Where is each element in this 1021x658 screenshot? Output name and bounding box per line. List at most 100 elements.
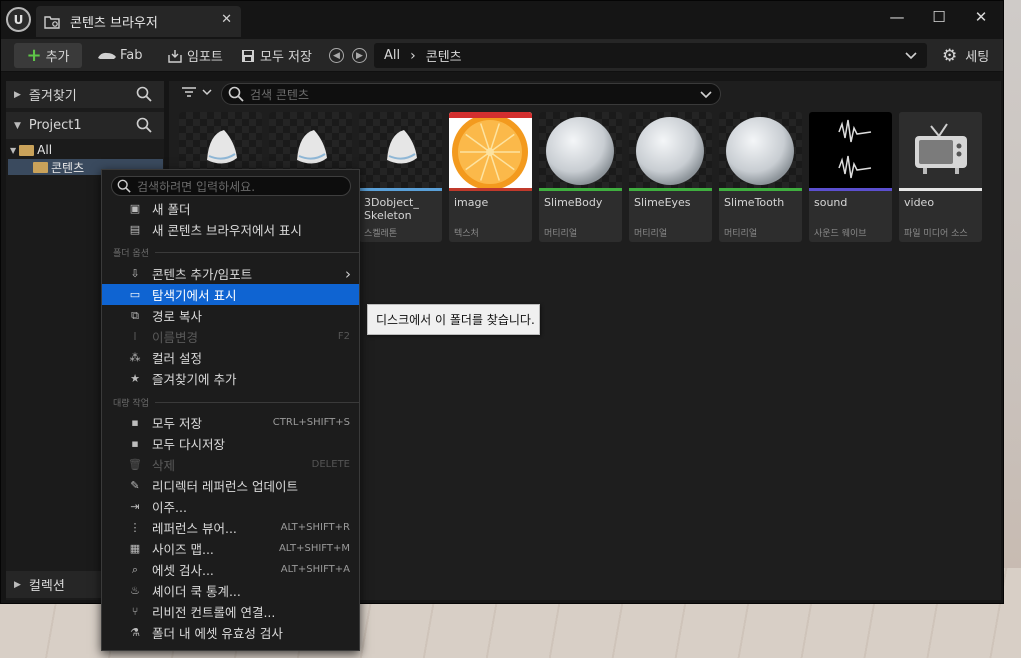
save-icon: ▪ <box>131 416 139 429</box>
title-bar[interactable]: U 콘텐츠 브라우저 ✕ — ☐ ✕ <box>1 1 1003 39</box>
material-sphere-thumbnail <box>629 112 712 190</box>
asset-tile[interactable]: SlimeEyes 머티리얼 <box>629 112 712 242</box>
asset-name: SlimeTooth <box>724 196 785 209</box>
asset-tile[interactable]: video 파일 미디어 소스 <box>899 112 982 242</box>
wrench-icon: ✎ <box>130 479 140 492</box>
menu-item-label: 모두 다시저장 <box>152 437 225 452</box>
section-label: 대량 작업 <box>113 399 149 409</box>
import-label: 임포트 <box>187 50 223 65</box>
collapse-arrow-icon: ▼ <box>14 120 21 131</box>
asset-tile[interactable]: image 텍스처 <box>449 112 532 242</box>
menu-item-reference-viewer[interactable]: ⋮ 레퍼런스 뷰어... ALT+SHIFT+R <box>102 517 359 538</box>
chevron-down-icon[interactable] <box>700 91 712 99</box>
menu-item-label: 이름변경 <box>152 330 199 345</box>
menu-item-label: 이주... <box>152 500 187 515</box>
tooltip: 디스크에서 이 폴더를 찾습니다. <box>367 304 540 335</box>
folder-icon <box>19 144 35 156</box>
add-button[interactable]: + 추가 <box>14 43 82 68</box>
tab-close-icon[interactable]: ✕ <box>221 12 232 27</box>
maximize-button[interactable]: ☐ <box>928 8 950 26</box>
menu-item-shader-cook-stats[interactable]: ♨ 셰이더 쿡 통계... <box>102 580 359 601</box>
copy-icon: ⧉ <box>131 308 139 322</box>
menu-item-label: 삭제 <box>152 458 176 473</box>
save-all-button[interactable]: 모두 저장 <box>241 43 312 68</box>
asset-tile[interactable]: 3Dobject_ Skeleton 스켈레톤 <box>359 112 442 242</box>
menu-item-rename[interactable]: Ⅰ 이름변경 F2 <box>102 326 359 347</box>
save-icon: ▪ <box>131 437 139 450</box>
breadcrumb-current[interactable]: 콘텐츠 <box>426 46 462 65</box>
tab-content-browser[interactable]: 콘텐츠 브라우저 ✕ <box>36 6 241 37</box>
asset-type-color-bar <box>719 188 802 191</box>
menu-item-label: 셰이더 쿡 통계... <box>152 584 241 599</box>
rename-icon: Ⅰ <box>133 330 137 343</box>
menu-item-new-folder[interactable]: ▣ 새 폴더 <box>102 198 359 219</box>
menu-item-copy-path[interactable]: ⧉ 경로 복사 <box>102 305 359 326</box>
search-icon[interactable] <box>136 117 152 133</box>
save-all-label: 모두 저장 <box>260 50 312 65</box>
trash-icon: 🗑 <box>128 458 142 471</box>
unreal-logo-icon: U <box>6 7 31 32</box>
shortcut-label: ALT+SHIFT+R <box>280 522 350 533</box>
settings-button[interactable]: ⚙ 세팅 <box>942 43 989 68</box>
fab-icon <box>98 52 116 59</box>
search-icon[interactable] <box>136 86 152 102</box>
menu-item-connect-source-control[interactable]: ⑂ 리비전 컨트롤에 연결... <box>102 601 359 622</box>
menu-item-label: 리디렉터 레퍼런스 업데이트 <box>152 479 298 494</box>
project-label: Project1 <box>28 118 82 133</box>
menu-item-label: 사이즈 맵... <box>152 542 214 557</box>
path-breadcrumb[interactable]: All › 콘텐츠 <box>374 43 927 68</box>
favorites-header[interactable]: ▶ 즐겨찾기 <box>6 81 164 108</box>
menu-item-set-color[interactable]: ⁂ 컬러 설정 <box>102 347 359 368</box>
menu-item-show-in-new-browser[interactable]: ▤ 새 콘텐츠 브라우저에서 표시 <box>102 219 359 240</box>
section-bulk-operations: 대량 작업 <box>113 396 360 409</box>
menu-item-delete[interactable]: 🗑 삭제 DELETE <box>102 454 359 475</box>
menu-item-add-to-favorites[interactable]: ★ 즐겨찾기에 추가 <box>102 368 359 389</box>
menu-item-resave-all[interactable]: ▪ 모두 다시저장 <box>102 433 359 454</box>
shortcut-label: F2 <box>337 331 350 342</box>
tree-item-label: 콘텐츠 <box>51 160 85 175</box>
menu-item-label: 에셋 검사... <box>152 563 214 578</box>
menu-item-fixup-redirectors[interactable]: ✎ 리디렉터 레퍼런스 업데이트 <box>102 475 359 496</box>
menu-item-add-import[interactable]: ⇩ 콘텐츠 추가/임포트 › <box>102 263 359 284</box>
shortcut-label: CTRL+SHIFT+S <box>272 417 350 428</box>
folder-open-icon <box>33 161 48 173</box>
fab-button[interactable]: Fab <box>97 43 143 68</box>
asset-type: 파일 미디어 소스 <box>904 229 968 239</box>
close-button[interactable]: ✕ <box>970 8 992 26</box>
asset-tile[interactable]: SlimeTooth 머티리얼 <box>719 112 802 242</box>
project-header[interactable]: ▼ Project1 <box>6 112 164 139</box>
asset-name: 3Dobject_ Skeleton <box>364 196 419 222</box>
menu-item-label: 리비전 컨트롤에 연결... <box>152 605 276 620</box>
filter-button[interactable] <box>181 86 212 98</box>
menu-item-validate-assets[interactable]: ⚗ 폴더 내 에셋 유효성 검사 <box>102 622 359 643</box>
asset-type-color-bar <box>539 188 622 191</box>
tree-item-label: All <box>37 143 53 157</box>
import-button[interactable]: 임포트 <box>167 43 223 68</box>
menu-item-size-map[interactable]: ▦ 사이즈 맵... ALT+SHIFT+M <box>102 538 359 559</box>
tree-item-all[interactable]: ▼ All <box>10 142 165 158</box>
asset-type: 머티리얼 <box>544 229 578 239</box>
asset-type-color-bar <box>359 188 442 191</box>
minimize-button[interactable]: — <box>886 8 908 26</box>
chevron-down-icon[interactable] <box>905 52 917 60</box>
back-icon[interactable]: ◀ <box>329 48 344 63</box>
sound-wave-thumbnail <box>809 112 892 190</box>
menu-search-input[interactable]: 검색하려면 입력하세요. <box>111 176 351 196</box>
asset-name: image <box>454 196 489 209</box>
reference-graph-icon: ⋮ <box>129 521 141 534</box>
asset-tile[interactable]: sound 사운드 웨이브 <box>809 112 892 242</box>
menu-item-save-all[interactable]: ▪ 모두 저장 CTRL+SHIFT+S <box>102 412 359 433</box>
content-browser-icon <box>44 15 60 29</box>
forward-icon[interactable]: ▶ <box>352 48 367 63</box>
search-placeholder: 검색 콘텐츠 <box>250 87 310 102</box>
add-button-label: 추가 <box>45 50 70 65</box>
section-divider <box>155 252 360 253</box>
star-icon: ★ <box>130 372 140 385</box>
menu-item-audit-assets[interactable]: ⌕ 에셋 검사... ALT+SHIFT+A <box>102 559 359 580</box>
material-sphere-thumbnail <box>719 112 802 190</box>
menu-item-move[interactable]: ⇥ 이주... <box>102 496 359 517</box>
menu-item-show-in-explorer[interactable]: ▭ 탐색기에서 표시 <box>102 284 359 305</box>
asset-tile[interactable]: SlimeBody 머티리얼 <box>539 112 622 242</box>
asset-search-input[interactable]: 검색 콘텐츠 <box>221 83 721 105</box>
breadcrumb-root[interactable]: All <box>384 48 400 63</box>
